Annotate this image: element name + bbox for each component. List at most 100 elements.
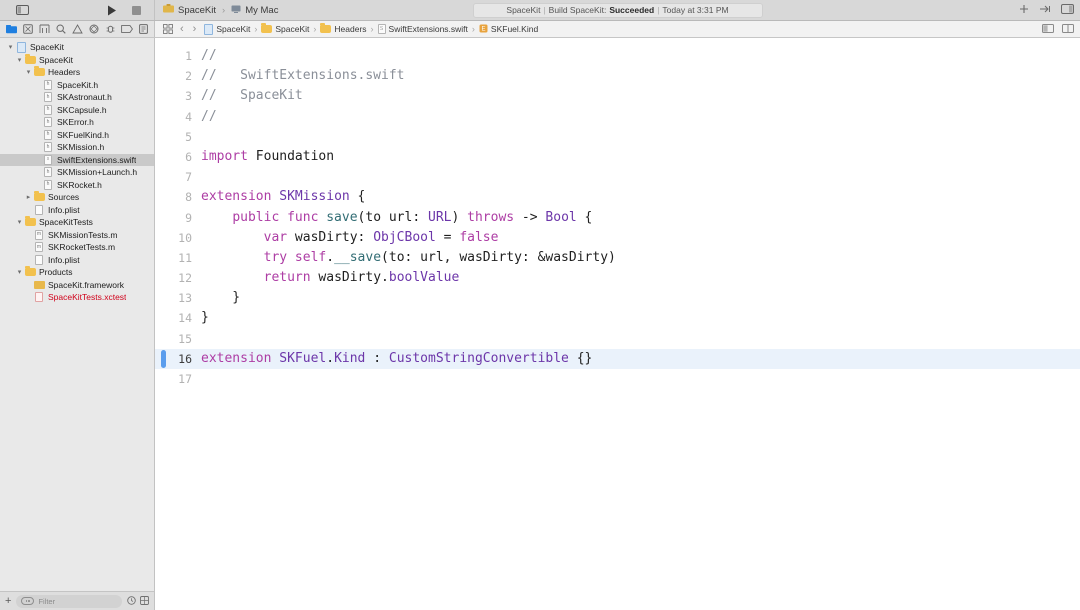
editor-jump-bar: ‹ › SpaceKit › SpaceKit › Headers › S Sw… (155, 21, 1080, 37)
navigator-row[interactable]: m SKRocketTests.m (0, 241, 154, 254)
navigator-row[interactable]: h SKError.h (0, 116, 154, 129)
breadcrumb-item-3[interactable]: S SwiftExtensions.swift (377, 24, 468, 34)
run-icon[interactable] (100, 2, 124, 18)
activity-status-bar[interactable]: SpaceKit | Build SpaceKit: Succeeded | T… (472, 2, 763, 18)
navigator-row[interactable]: Info.plist (0, 254, 154, 267)
line-number[interactable]: 9 (155, 208, 201, 228)
code-line[interactable]: 10 var wasDirty: ObjCBool = false (155, 228, 1080, 248)
scheme-selector[interactable]: SpaceKit › My Mac (163, 4, 278, 16)
disclosure-triangle-expanded[interactable]: ▾ (24, 68, 33, 76)
navigator-row[interactable]: ▾ SpaceKit (0, 53, 154, 67)
project-file-tree[interactable]: ▾ SpaceKit ▾ SpaceKit ▾ Headers h SpaceKit.h h SK… (0, 38, 154, 591)
code-line[interactable]: 15 (155, 329, 1080, 349)
report-navigator-tab[interactable] (135, 22, 152, 37)
code-line[interactable]: 9 public func save(to url: URL) throws -… (155, 208, 1080, 228)
disclosure-triangle-expanded[interactable]: ▾ (15, 56, 24, 64)
disclosure-triangle-expanded[interactable]: ▾ (15, 268, 24, 276)
line-number[interactable]: 14 (155, 308, 201, 328)
line-number[interactable]: 15 (155, 329, 201, 349)
source-control-filter-icon[interactable] (140, 592, 149, 610)
code-line[interactable]: 17 (155, 369, 1080, 389)
source-control-navigator-tab[interactable] (20, 22, 37, 37)
code-content[interactable]: 1//2// SwiftExtensions.swift 3// SpaceKit… (155, 38, 1080, 389)
disclosure-triangle-expanded[interactable]: ▾ (6, 43, 15, 51)
navigator-row[interactable]: SpaceKit.framework (0, 279, 154, 292)
issue-navigator-tab[interactable] (69, 22, 86, 37)
line-number[interactable]: 3 (155, 86, 201, 106)
line-number[interactable]: 11 (155, 248, 201, 268)
code-line-text: // SwiftExtensions.swift (201, 66, 1080, 86)
line-number[interactable]: 4 (155, 107, 201, 127)
code-line[interactable]: 1// (155, 46, 1080, 66)
breadcrumb-item-0[interactable]: SpaceKit (204, 23, 250, 35)
navigator-row[interactable]: h SKRocket.h (0, 179, 154, 192)
code-line[interactable]: 14} (155, 308, 1080, 328)
line-number[interactable]: 12 (155, 268, 201, 288)
navigator-row[interactable]: ▸ Sources (0, 191, 154, 204)
line-number[interactable]: 13 (155, 288, 201, 308)
forward-icon[interactable]: › (193, 23, 197, 35)
line-number[interactable]: 7 (155, 167, 201, 187)
symbol-navigator-tab[interactable] (36, 22, 53, 37)
sidebar-toggle-icon[interactable] (10, 2, 34, 18)
code-line[interactable]: 13 } (155, 288, 1080, 308)
navigator-row[interactable]: h SKMission+Launch.h (0, 166, 154, 179)
code-line[interactable]: 8 extension SKMission { (155, 187, 1080, 207)
navigator-row-label: SKCapsule.h (57, 104, 107, 115)
disclosure-triangle-expanded[interactable]: ▾ (15, 218, 24, 226)
project-navigator-tab[interactable] (3, 22, 20, 37)
navigator-row[interactable]: s SwiftExtensions.swift (0, 153, 154, 166)
navigator-row[interactable]: h SKAstronaut.h (0, 91, 154, 104)
breadcrumb-item-1[interactable]: SpaceKit (261, 23, 309, 34)
code-line[interactable]: 4// (155, 107, 1080, 127)
navigator-row[interactable]: m SKMissionTests.m (0, 229, 154, 242)
navigator-row[interactable]: ▾ Headers (0, 66, 154, 79)
back-icon[interactable]: ‹ (180, 23, 184, 35)
navigator-row[interactable]: ▾ Products (0, 266, 154, 279)
assistant-editor-icon[interactable] (1042, 20, 1054, 38)
inspector-toggle-icon[interactable] (1061, 1, 1074, 19)
clock-icon[interactable] (127, 592, 136, 610)
breadcrumb-item-2[interactable]: Headers (320, 23, 367, 34)
filter-input[interactable]: Filter (16, 594, 122, 608)
code-line[interactable]: 6 import Foundation (155, 147, 1080, 167)
navigator-row[interactable]: h SKCapsule.h (0, 104, 154, 117)
breadcrumb-separator: › (313, 24, 317, 34)
line-number[interactable]: 5 (155, 127, 201, 147)
code-line[interactable]: 11 try self.__save(to: url, wasDirty: &w… (155, 248, 1080, 268)
test-navigator-tab[interactable] (86, 22, 103, 37)
source-editor[interactable]: 1//2// SwiftExtensions.swift 3// SpaceKit… (155, 38, 1080, 610)
line-number[interactable]: 1 (155, 46, 201, 66)
breakpoint-navigator-tab[interactable] (119, 22, 136, 37)
code-line[interactable]: 12 return wasDirty.boolValue (155, 268, 1080, 288)
related-items-icon[interactable] (160, 24, 176, 34)
navigator-row[interactable]: h SKFuelKind.h (0, 129, 154, 142)
navigator-row[interactable]: SpaceKitTests.xctest (0, 291, 154, 304)
code-line[interactable]: 3// SpaceKit (155, 86, 1080, 106)
header-file-icon: h (44, 79, 52, 90)
breadcrumb-item-4[interactable]: E SKFuel.Kind (479, 24, 538, 35)
editor-options-icon[interactable] (1039, 1, 1051, 19)
navigator-row[interactable]: h SpaceKit.h (0, 79, 154, 92)
line-number[interactable]: 8 (155, 187, 201, 207)
code-line[interactable]: 7 (155, 167, 1080, 187)
disclosure-triangle-collapsed[interactable]: ▸ (24, 193, 33, 201)
navigator-row[interactable]: ▾ SpaceKitTests (0, 216, 154, 229)
code-line[interactable]: 16 extension SKFuel.Kind : CustomStringCo… (155, 348, 1080, 369)
navigator-row[interactable]: ▾ SpaceKit (0, 41, 154, 54)
navigator-row[interactable]: Info.plist (0, 204, 154, 217)
debug-navigator-tab[interactable] (102, 22, 119, 37)
line-number[interactable]: 6 (155, 147, 201, 167)
navigator-row[interactable]: h SKMission.h (0, 141, 154, 154)
line-number[interactable]: 17 (155, 369, 201, 389)
code-line[interactable]: 5 (155, 127, 1080, 147)
version-editor-icon[interactable] (1062, 20, 1074, 38)
find-navigator-tab[interactable] (53, 22, 70, 37)
line-number[interactable]: 10 (155, 228, 201, 248)
stop-icon[interactable] (124, 2, 148, 18)
code-line[interactable]: 2// SwiftExtensions.swift (155, 66, 1080, 86)
plus-icon[interactable] (1019, 1, 1029, 19)
line-number[interactable]: 2 (155, 66, 201, 86)
add-file-button[interactable]: + (5, 595, 11, 607)
